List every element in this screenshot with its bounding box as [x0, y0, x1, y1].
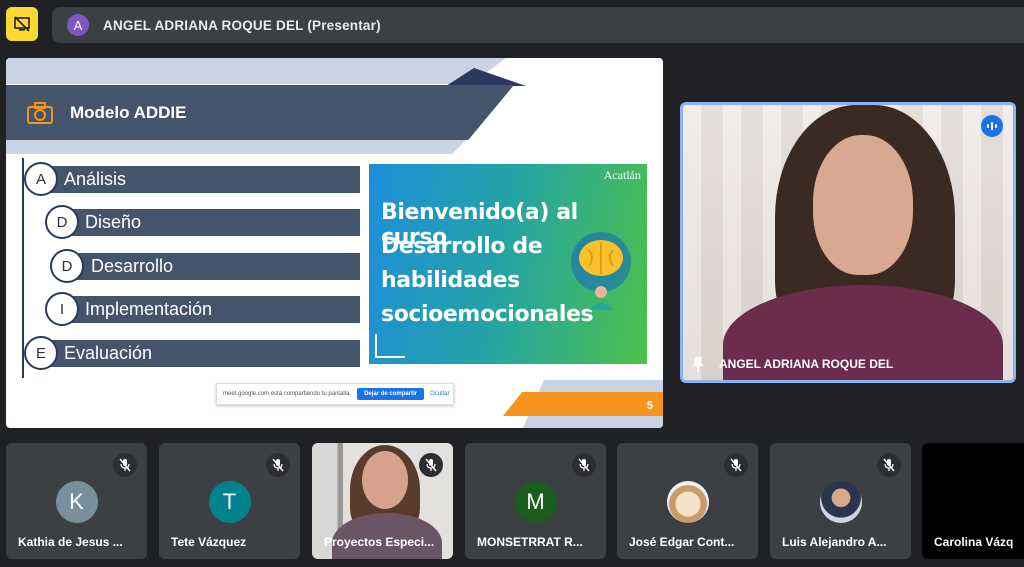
mic-off-icon: [419, 453, 443, 477]
participant-tile[interactable]: José Edgar Cont...: [617, 443, 758, 559]
phase-label: Desarrollo: [91, 256, 174, 276]
phase-circle-implementacion: I: [45, 292, 79, 326]
participant-name: Proyectos Especi...: [324, 535, 435, 549]
participant-name: Kathia de Jesus ...: [18, 535, 123, 549]
slide-decoration: [503, 392, 663, 416]
speaker-video: [813, 135, 913, 275]
slide-title: Modelo ADDIE: [70, 102, 187, 122]
phase-circle-evaluacion: E: [24, 336, 58, 370]
phase-bar-implementacion: Implementación: [62, 296, 360, 323]
avatar: M: [514, 481, 557, 523]
camera-icon: [26, 101, 54, 125]
speaker-name-label: ANGEL ADRIANA ROQUE DEL: [691, 356, 893, 372]
avatar: T: [208, 481, 251, 523]
present-screen-icon: [14, 16, 30, 32]
avatar: [819, 481, 862, 523]
banner-line: socioemocionales: [381, 302, 594, 327]
phase-circle-desarrollo: D: [50, 249, 84, 283]
participant-tile[interactable]: Proyectos Especi...: [312, 443, 453, 559]
slide-page-number: 5: [646, 400, 653, 412]
top-bar: A ANGEL ADRIANA ROQUE DEL (Presentar): [0, 0, 1024, 50]
hide-notice-link[interactable]: Ocultar: [430, 391, 449, 397]
phase-circle-diseno: D: [45, 205, 79, 239]
phase-bar-analisis: Análisis: [42, 166, 360, 193]
phase-label: Análisis: [64, 169, 127, 189]
participant-tile[interactable]: Luis Alejandro A...: [770, 443, 911, 559]
participant-tile[interactable]: M MONSETRRAT R...: [465, 443, 606, 559]
participant-tile[interactable]: Carolina Vázq: [922, 443, 1024, 559]
pin-icon[interactable]: [691, 356, 705, 372]
mic-off-icon: [877, 453, 901, 477]
participant-name: MONSETRRAT R...: [477, 535, 583, 549]
participant-name: Luis Alejandro A...: [782, 535, 887, 549]
stop-sharing-button[interactable]: Dejar de compartir: [357, 388, 425, 400]
banner-line: Desarrollo de: [381, 234, 543, 259]
shared-screen: Modelo ADDIE Análisis A Diseño D Desarro…: [6, 58, 663, 428]
active-speaker-tile[interactable]: ANGEL ADRIANA ROQUE DEL: [680, 102, 1016, 383]
presenter-title: ANGEL ADRIANA ROQUE DEL (Presentar): [103, 17, 381, 33]
mic-off-icon: [266, 453, 290, 477]
course-welcome-banner: Acatlán Bienvenido(a) al curso Desarroll…: [369, 164, 647, 364]
slide-header: Modelo ADDIE: [6, 85, 514, 140]
acatlan-logo: Acatlán: [603, 168, 641, 182]
brain-icon: [571, 232, 631, 310]
slide-decoration: [6, 140, 466, 154]
banner-line: habilidades: [381, 268, 520, 293]
phase-label: Diseño: [85, 212, 142, 232]
mic-off-icon: [113, 453, 137, 477]
participant-name: Tete Vázquez: [171, 535, 247, 549]
avatar: [666, 481, 709, 523]
avatar: K: [55, 481, 98, 523]
sharing-message: meet.google.com está compartiendo tu pan…: [223, 391, 352, 397]
phase-label: Implementación: [85, 299, 213, 319]
presenter-avatar: A: [67, 14, 89, 36]
phase-bar-diseno: Diseño: [62, 209, 360, 236]
slide-decoration: [375, 334, 405, 358]
mic-off-icon: [724, 453, 748, 477]
phase-bar-desarrollo: Desarrollo: [68, 253, 360, 280]
speaking-indicator-icon: [981, 115, 1003, 137]
slide-decoration: [6, 58, 506, 84]
mic-off-icon: [572, 453, 596, 477]
participant-video: [362, 451, 408, 509]
participant-name: Carolina Vázq: [934, 535, 1014, 549]
phase-circle-analisis: A: [24, 162, 58, 196]
screen-sharing-notice: meet.google.com está compartiendo tu pan…: [216, 383, 454, 405]
phase-bar-evaluacion: Evaluación: [42, 340, 360, 367]
phase-connector: [22, 158, 24, 378]
speaker-name: ANGEL ADRIANA ROQUE DEL: [719, 357, 894, 371]
presenter-banner[interactable]: A ANGEL ADRIANA ROQUE DEL (Presentar): [52, 7, 1024, 43]
participant-tile[interactable]: K Kathia de Jesus ...: [6, 443, 147, 559]
stop-presenting-button[interactable]: [6, 7, 38, 41]
participant-tile[interactable]: T Tete Vázquez: [159, 443, 300, 559]
phase-label: Evaluación: [64, 343, 153, 363]
participant-name: José Edgar Cont...: [629, 535, 735, 549]
